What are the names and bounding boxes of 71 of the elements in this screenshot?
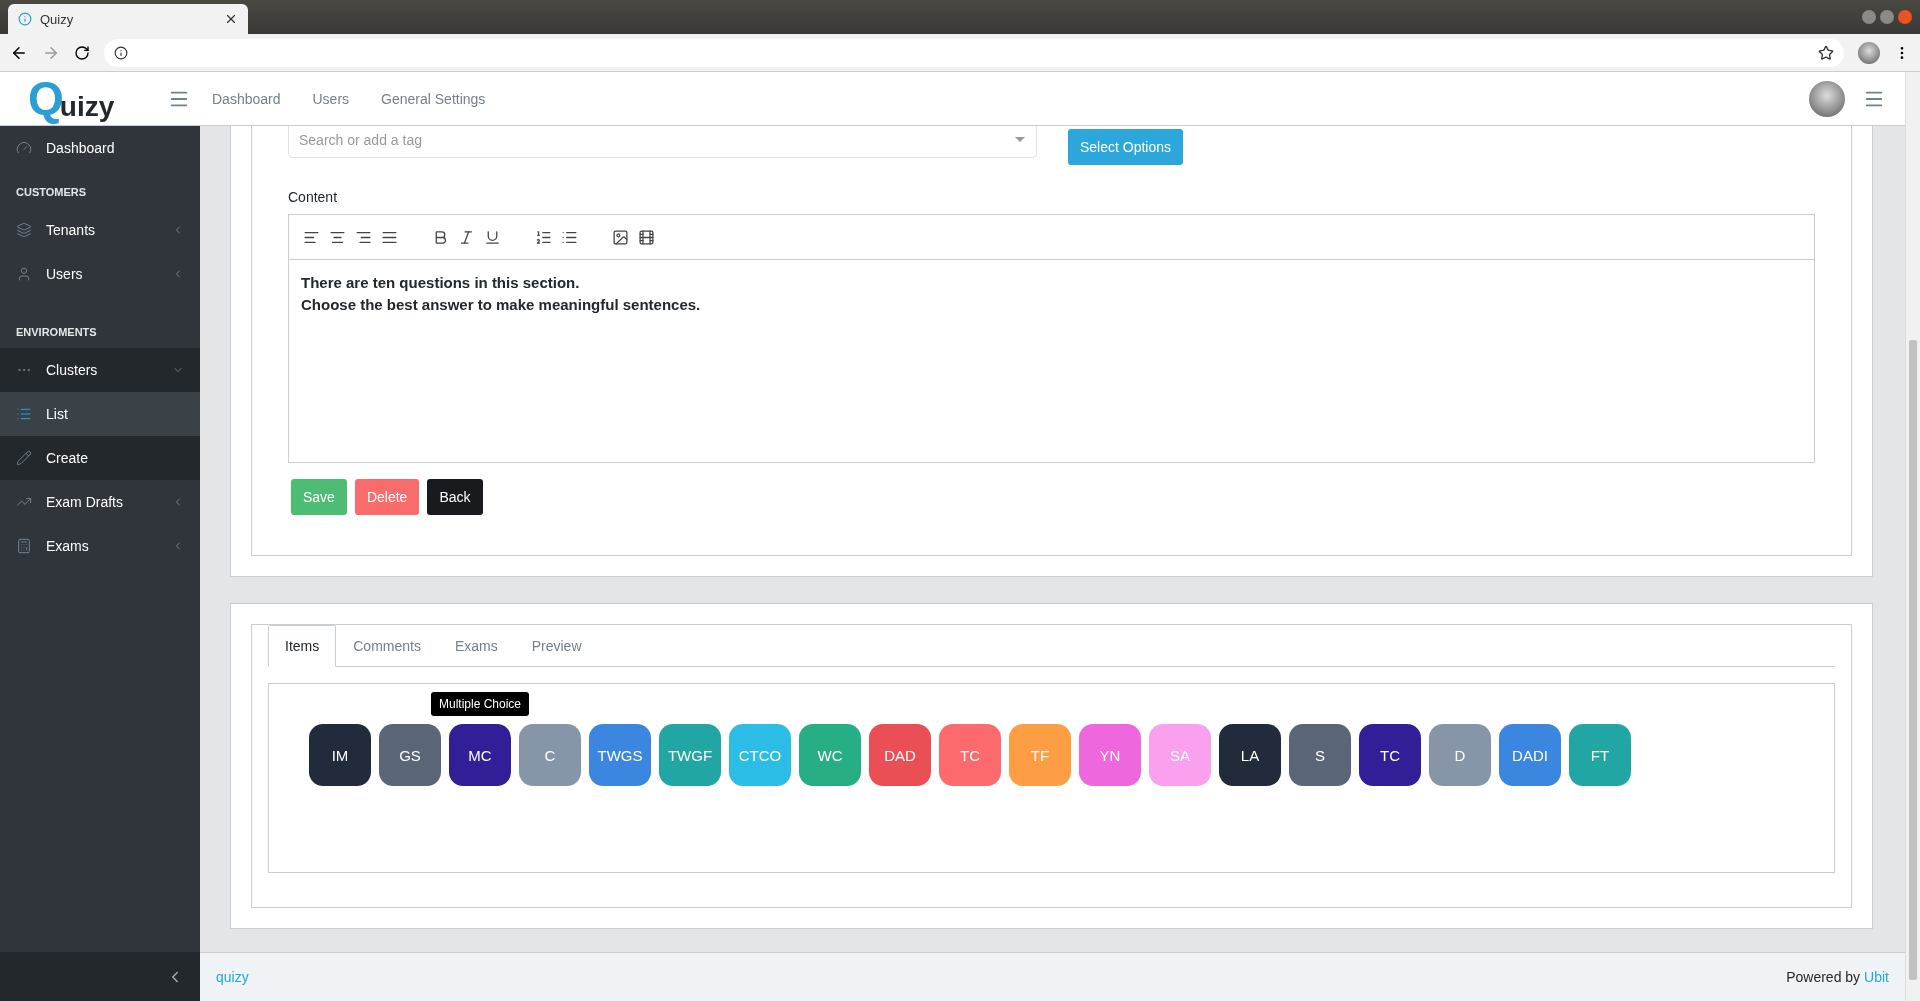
scrollbar[interactable] xyxy=(1905,72,1920,1001)
item-chip[interactable]: DADI xyxy=(1499,724,1561,786)
content-text: Choose the best answer to make meaningful sentences. xyxy=(301,295,702,315)
item-chip[interactable]: TWGF xyxy=(659,724,721,786)
item-chip[interactable]: S xyxy=(1289,724,1351,786)
item-chip[interactable]: IM xyxy=(309,724,371,786)
item-chip[interactable]: TC xyxy=(939,724,1001,786)
tooltip: Multiple Choice xyxy=(431,692,529,716)
profile-avatar[interactable] xyxy=(1858,41,1880,64)
select-options-button[interactable]: Select Options xyxy=(1068,129,1184,165)
gauge-icon xyxy=(16,140,32,156)
film-icon[interactable] xyxy=(638,228,655,246)
item-chip[interactable]: YN xyxy=(1079,724,1141,786)
item-chip[interactable]: MC xyxy=(449,724,511,786)
item-chip[interactable]: LA xyxy=(1219,724,1281,786)
item-chip[interactable]: GS xyxy=(379,724,441,786)
content-text: There are ten questions in this section. xyxy=(301,273,581,293)
item-chip[interactable]: CTCO xyxy=(729,724,791,786)
sidebar-heading: CUSTOMERS xyxy=(15,185,88,200)
item-chip[interactable]: FT xyxy=(1569,724,1631,786)
sidebar-item[interactable]: Exams xyxy=(0,524,200,568)
star-icon[interactable] xyxy=(1818,44,1834,61)
reload-icon[interactable] xyxy=(74,44,90,61)
pencil-icon xyxy=(16,450,32,466)
field-label: Content xyxy=(288,189,339,205)
logo: Quizy xyxy=(28,72,116,125)
tag-field[interactable]: Search or add a tag xyxy=(288,126,1037,158)
tab[interactable]: Preview xyxy=(514,625,599,667)
nav-link[interactable]: Dashboard xyxy=(212,90,281,107)
user-icon xyxy=(16,266,32,282)
footer-link[interactable]: Ubit xyxy=(1864,969,1889,985)
sidebar-item[interactable]: Users xyxy=(0,252,200,296)
nav-link[interactable]: General Settings xyxy=(381,90,486,107)
image-icon[interactable] xyxy=(612,228,629,246)
editor-body[interactable]: There are ten questions in this section. Choose the best answer to make meaningful sentences. xyxy=(289,260,1814,462)
footer-link[interactable]: quizy xyxy=(216,969,249,985)
sidebar-heading: ENVIROMENTS xyxy=(15,325,98,340)
info-icon xyxy=(114,45,128,60)
avatar[interactable] xyxy=(1809,80,1845,117)
danger-button[interactable]: Delete xyxy=(354,479,420,515)
sidebar-item[interactable]: Clusters xyxy=(0,348,200,392)
nav-link[interactable]: Users xyxy=(312,90,350,107)
footer-text: Powered by xyxy=(1786,969,1861,985)
italic-icon[interactable] xyxy=(458,228,475,246)
item-chip[interactable]: WC xyxy=(799,724,861,786)
sidebar-item[interactable]: List xyxy=(0,392,200,436)
tab[interactable]: Items xyxy=(268,625,337,667)
list-icon xyxy=(16,406,32,422)
item-chip[interactable]: TC xyxy=(1359,724,1421,786)
sidebar-item[interactable]: Exam Drafts xyxy=(0,480,200,524)
item-chip[interactable]: D xyxy=(1429,724,1491,786)
tab[interactable]: Exams xyxy=(437,625,515,667)
numbered-list-icon[interactable] xyxy=(535,228,552,246)
layers-icon xyxy=(16,222,32,238)
success-button[interactable]: Save xyxy=(291,479,347,515)
item-chip[interactable]: DAD xyxy=(869,724,931,786)
item-chip[interactable]: C xyxy=(519,724,581,786)
tab-favicon-icon xyxy=(18,12,32,26)
minimize-icon[interactable] xyxy=(1862,10,1876,24)
close-icon[interactable] xyxy=(224,12,238,26)
dark-button[interactable]: Back xyxy=(427,479,483,515)
sidebar-item[interactable]: Tenants xyxy=(0,208,200,252)
browser-tab[interactable]: Quizy xyxy=(8,4,248,34)
sidebar-item[interactable]: Dashboard xyxy=(0,126,200,170)
maximize-icon[interactable] xyxy=(1880,10,1894,24)
caret-icon xyxy=(1015,137,1025,142)
underline-icon[interactable] xyxy=(484,228,501,246)
tab[interactable]: Comments xyxy=(336,625,438,667)
calculator-icon xyxy=(16,538,32,554)
item-chip[interactable]: TWGS xyxy=(589,724,651,786)
sidebar-item[interactable]: Create xyxy=(0,436,200,480)
